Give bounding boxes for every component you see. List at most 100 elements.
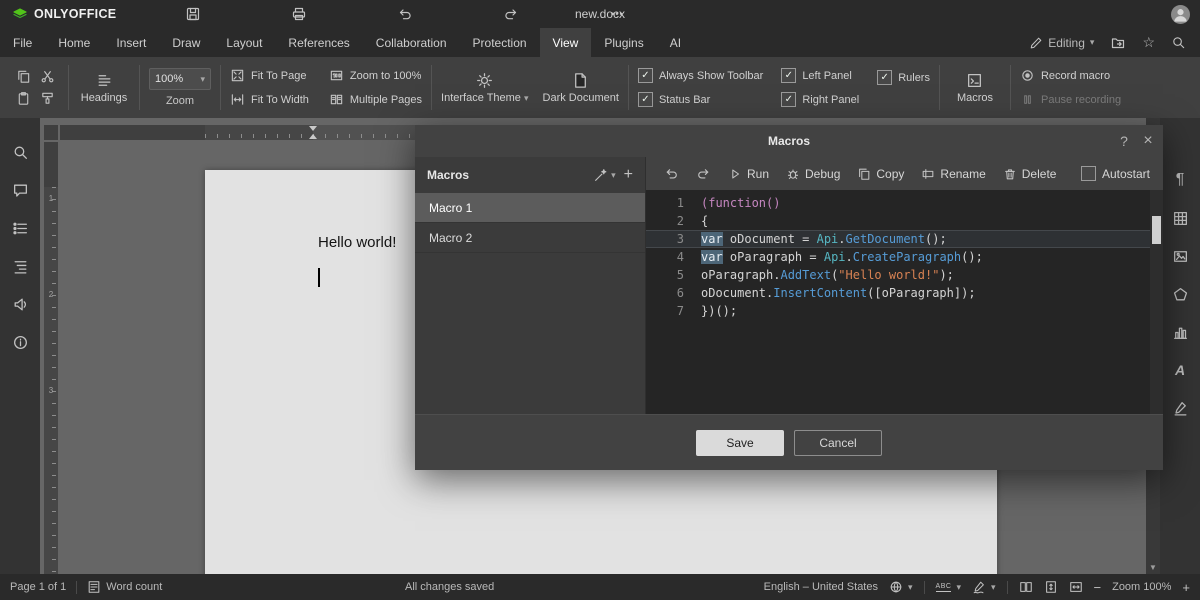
document-language-button[interactable]: ▾ [889, 580, 913, 594]
zoom-select[interactable]: 100% ▾ [149, 68, 211, 90]
tab-file[interactable]: File [0, 28, 45, 57]
page-indicator[interactable]: Page 1 of 1 [10, 581, 66, 593]
tab-collaboration[interactable]: Collaboration [363, 28, 460, 57]
more-actions-button[interactable]: ••• [574, 2, 660, 26]
scroll-down-icon[interactable]: ▼ [1146, 560, 1160, 574]
zoom-to-100-button[interactable]: Zoom to 100% [329, 68, 422, 83]
add-macro-button[interactable]: + [624, 166, 633, 184]
sidebar-signature-settings-button[interactable] [1160, 389, 1200, 427]
sidebar-feedback-button[interactable] [0, 285, 40, 323]
tab-home[interactable]: Home [45, 28, 103, 57]
headings-icon [96, 72, 113, 89]
tab-plugins[interactable]: Plugins [591, 28, 656, 57]
multiple-pages-button[interactable]: Multiple Pages [329, 92, 422, 107]
cancel-button[interactable]: Cancel [794, 430, 882, 456]
fit-to-page-button[interactable]: Fit To Page [230, 68, 309, 83]
save-button[interactable] [150, 2, 236, 26]
record-macro-button[interactable]: Record macro [1020, 68, 1121, 83]
code-line[interactable]: 1(function() [646, 194, 1163, 212]
sidebar-chart-settings-button[interactable] [1160, 313, 1200, 351]
fit-page-button[interactable] [1044, 580, 1058, 594]
line-number: 1 [646, 194, 701, 212]
sidebar-search-button[interactable] [0, 133, 40, 171]
avatar[interactable] [1171, 5, 1190, 24]
checkbox-left-panel[interactable]: Left Panel [781, 68, 859, 83]
code-line[interactable]: 5oParagraph.AddText("Hello world!"); [646, 266, 1163, 284]
save-macro-button[interactable]: Save [696, 430, 784, 456]
macro-options-button[interactable]: ▾ [593, 168, 616, 183]
search-button[interactable] [1171, 35, 1186, 50]
tab-draw[interactable]: Draw [159, 28, 213, 57]
format-painter-button[interactable] [40, 91, 55, 106]
checkbox-rulers[interactable]: Rulers [877, 70, 930, 85]
open-file-location-button[interactable] [1110, 35, 1126, 51]
macro-code-editor[interactable]: 1(function()2{3var oDocument = Api.GetDo… [646, 190, 1163, 414]
vertical-ruler[interactable]: 1 2 3 [44, 142, 58, 574]
word-count-button[interactable]: Word count [87, 580, 162, 594]
paste-button[interactable] [16, 91, 31, 106]
sidebar-paragraph-settings-button[interactable]: ¶ [1160, 161, 1200, 199]
sidebar-textart-settings-button[interactable]: A [1160, 351, 1200, 389]
zoom-out-button[interactable]: − [1094, 580, 1102, 595]
autostart-checkbox[interactable]: Autostart [1081, 166, 1150, 181]
copy-button[interactable] [16, 69, 31, 84]
code-line[interactable]: 3var oDocument = Api.GetDocument(); [646, 230, 1163, 248]
editor-redo-button[interactable] [691, 164, 716, 183]
sidebar-comments-button[interactable] [0, 171, 40, 209]
first-line-indent-marker[interactable] [309, 126, 317, 131]
sidebar-table-settings-button[interactable] [1160, 199, 1200, 237]
code-scrollbar-thumb[interactable] [1152, 216, 1161, 244]
macro-list-item[interactable]: Macro 2 [415, 223, 645, 253]
spell-checking-button[interactable]: ABC ▾ [936, 582, 961, 592]
dialog-close-button[interactable]: × [1135, 125, 1161, 157]
dialog-header[interactable]: Macros ? × [415, 125, 1163, 157]
checkbox-right-panel[interactable]: Right Panel [781, 92, 859, 107]
zoom-in-button[interactable]: + [1182, 580, 1190, 595]
editor-undo-button[interactable] [659, 164, 684, 183]
code-line[interactable]: 2{ [646, 212, 1163, 230]
code-line[interactable]: 6oDocument.InsertContent([oParagraph]); [646, 284, 1163, 302]
dialog-help-button[interactable]: ? [1111, 125, 1137, 157]
cut-button[interactable] [40, 69, 55, 84]
rename-macro-button[interactable]: Rename [916, 165, 990, 183]
tab-references[interactable]: References [275, 28, 362, 57]
code-scrollbar[interactable] [1150, 190, 1163, 414]
macro-list-item[interactable]: Macro 1 [415, 193, 645, 223]
zoom-level[interactable]: Zoom 100% [1112, 581, 1171, 593]
debug-macro-button[interactable]: Debug [781, 165, 845, 183]
sidebar-image-settings-button[interactable] [1160, 237, 1200, 275]
track-changes-button[interactable]: ▾ [972, 580, 996, 594]
code-line[interactable]: 7})(); [646, 302, 1163, 320]
sidebar-headings-button[interactable] [0, 247, 40, 285]
language-selector[interactable]: English – United States [764, 581, 878, 593]
checkbox-always-show-toolbar[interactable]: Always Show Toolbar [638, 68, 763, 83]
delete-macro-button[interactable]: Delete [998, 165, 1062, 183]
code-line[interactable]: 4var oParagraph = Api.CreateParagraph(); [646, 248, 1163, 266]
tab-insert[interactable]: Insert [103, 28, 159, 57]
macros-button[interactable]: Macros [949, 65, 1001, 111]
tab-layout[interactable]: Layout [213, 28, 275, 57]
print-button[interactable] [256, 2, 342, 26]
copy-macro-button[interactable]: Copy [852, 165, 909, 183]
checkbox-status-bar[interactable]: Status Bar [638, 92, 763, 107]
redo-button[interactable] [468, 2, 554, 26]
page-view-button[interactable] [1019, 580, 1033, 594]
chevron-down-icon: ▾ [991, 583, 996, 592]
tab-ai[interactable]: AI [657, 28, 694, 57]
sidebar-about-button[interactable] [0, 323, 40, 361]
tab-view[interactable]: View [540, 28, 592, 57]
favorite-star-icon[interactable]: ☆ [1142, 34, 1155, 51]
fit-to-width-button[interactable]: Fit To Width [230, 92, 309, 107]
dark-document-button[interactable]: Dark Document [543, 65, 619, 111]
left-indent-marker[interactable] [309, 134, 317, 139]
sidebar-navigation-button[interactable] [0, 209, 40, 247]
run-macro-button[interactable]: Run [723, 165, 774, 183]
fit-width-button[interactable] [1069, 580, 1083, 594]
ruler-corner[interactable] [44, 125, 58, 140]
editing-mode-selector[interactable]: Editing ▾ [1029, 36, 1094, 50]
tab-protection[interactable]: Protection [460, 28, 540, 57]
undo-button[interactable] [362, 2, 448, 26]
headings-button[interactable]: Headings [78, 65, 130, 111]
interface-theme-button[interactable]: Interface Theme ▾ [441, 65, 529, 111]
sidebar-shape-settings-button[interactable] [1160, 275, 1200, 313]
